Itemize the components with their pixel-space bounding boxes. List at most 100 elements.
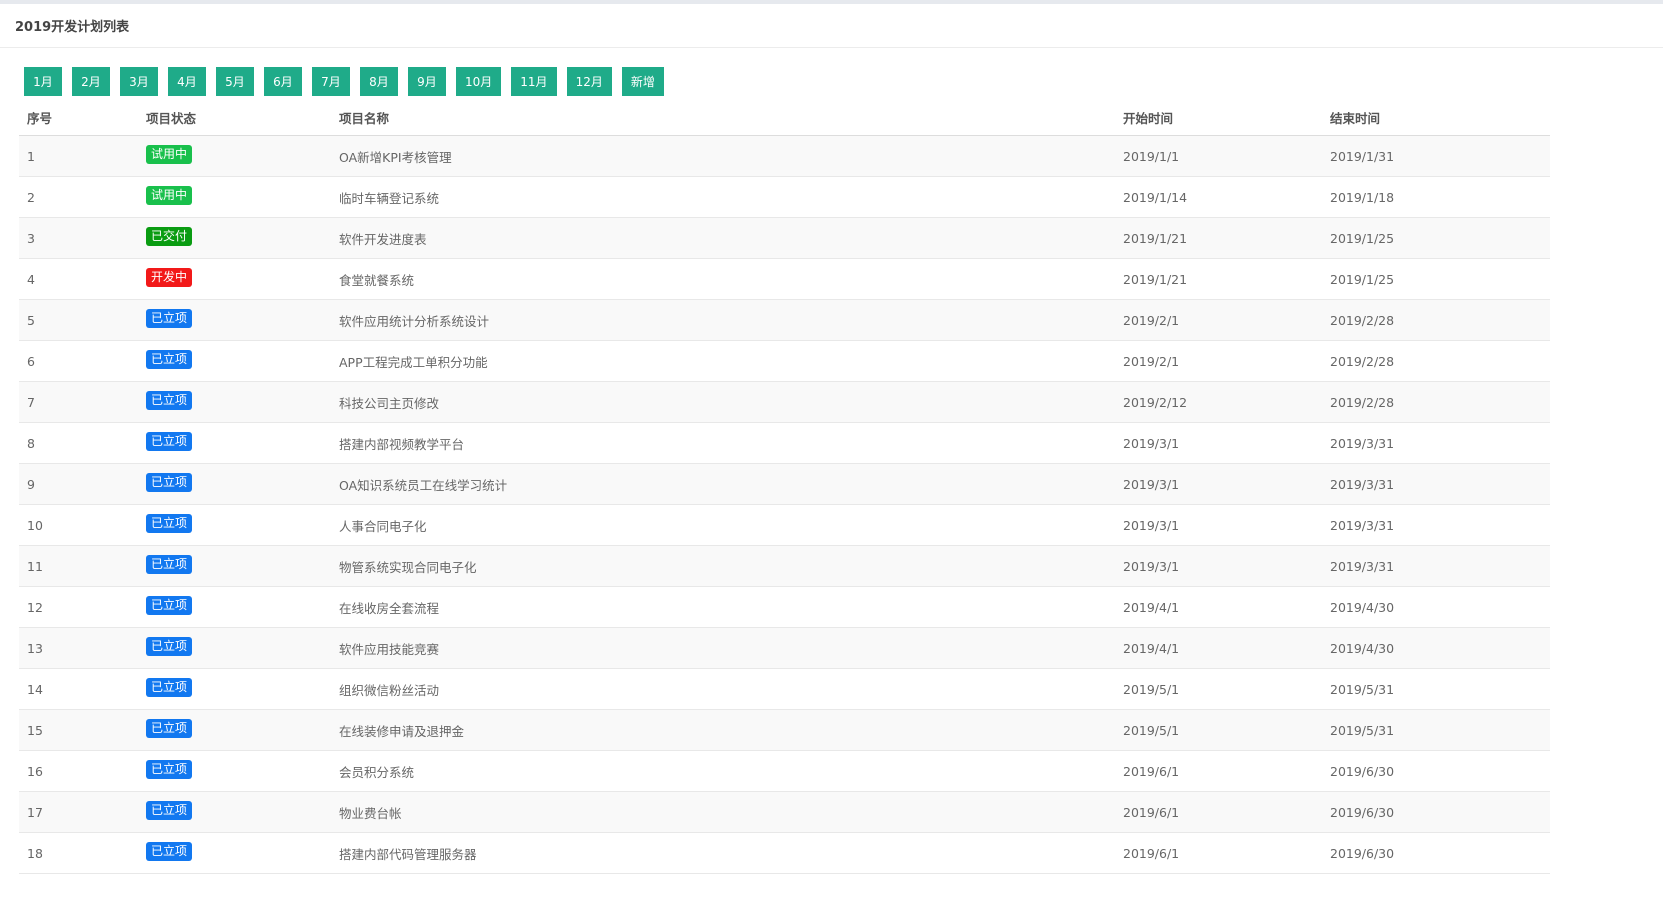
cell-project-name: 会员积分系统 bbox=[331, 750, 1115, 792]
month-button-8[interactable]: 8月 bbox=[360, 67, 398, 96]
table-row[interactable]: 4 开发中 食堂就餐系统 2019/1/21 2019/1/25 bbox=[19, 258, 1550, 300]
cell-index: 5 bbox=[19, 299, 138, 341]
cell-end-time: 2019/4/30 bbox=[1322, 627, 1550, 669]
cell-start-time: 2019/6/1 bbox=[1115, 832, 1322, 874]
table-row[interactable]: 9 已立项 OA知识系统员工在线学习统计 2019/3/1 2019/3/31 bbox=[19, 463, 1550, 505]
cell-status: 已立项 bbox=[138, 709, 331, 751]
table-row[interactable]: 10 已立项 人事合同电子化 2019/3/1 2019/3/31 bbox=[19, 504, 1550, 546]
month-button-2[interactable]: 2月 bbox=[72, 67, 110, 96]
cell-project-name: 在线收房全套流程 bbox=[331, 586, 1115, 628]
table-row[interactable]: 13 已立项 软件应用技能竞赛 2019/4/1 2019/4/30 bbox=[19, 627, 1550, 669]
table-row[interactable]: 17 已立项 物业费台帐 2019/6/1 2019/6/30 bbox=[19, 791, 1550, 833]
table-row[interactable]: 3 已交付 软件开发进度表 2019/1/21 2019/1/25 bbox=[19, 217, 1550, 259]
table-row[interactable]: 1 试用中 OA新增KPI考核管理 2019/1/1 2019/1/31 bbox=[19, 135, 1550, 177]
cell-index: 13 bbox=[19, 627, 138, 669]
cell-status: 开发中 bbox=[138, 258, 331, 300]
month-button-4[interactable]: 4月 bbox=[168, 67, 206, 96]
cell-start-time: 2019/2/12 bbox=[1115, 381, 1322, 423]
cell-project-name: 临时车辆登记系统 bbox=[331, 176, 1115, 218]
cell-end-time: 2019/2/28 bbox=[1322, 340, 1550, 382]
cell-project-name: 搭建内部代码管理服务器 bbox=[331, 832, 1115, 874]
table-row[interactable]: 14 已立项 组织微信粉丝活动 2019/5/1 2019/5/31 bbox=[19, 668, 1550, 710]
cell-project-name: 物管系统实现合同电子化 bbox=[331, 545, 1115, 587]
cell-index: 4 bbox=[19, 258, 138, 300]
table-row[interactable]: 2 试用中 临时车辆登记系统 2019/1/14 2019/1/18 bbox=[19, 176, 1550, 218]
cell-project-name: 在线装修申请及退押金 bbox=[331, 709, 1115, 751]
cell-project-name: 食堂就餐系统 bbox=[331, 258, 1115, 300]
cell-start-time: 2019/3/1 bbox=[1115, 422, 1322, 464]
cell-start-time: 2019/6/1 bbox=[1115, 750, 1322, 792]
table-row[interactable]: 18 已立项 搭建内部代码管理服务器 2019/6/1 2019/6/30 bbox=[19, 832, 1550, 874]
table-body: 1 试用中 OA新增KPI考核管理 2019/1/1 2019/1/31 2 试用中临时车辆… bbox=[19, 135, 1550, 874]
cell-end-time: 2019/1/18 bbox=[1322, 176, 1550, 218]
page-title: 2019开发计划列表 bbox=[15, 20, 130, 35]
cell-status: 已立项 bbox=[138, 627, 331, 669]
month-button-9[interactable]: 9月 bbox=[408, 67, 446, 96]
status-badge: 已立项 bbox=[146, 308, 193, 328]
table-row[interactable]: 8 已立项 搭建内部视频教学平台 2019/3/1 2019/3/31 bbox=[19, 422, 1550, 464]
cell-project-name: 人事合同电子化 bbox=[331, 504, 1115, 546]
table-row[interactable]: 6 已立项 APP工程完成工单积分功能 2019/2/1 2019/2/28 bbox=[19, 340, 1550, 382]
status-badge: 已立项 bbox=[146, 800, 193, 820]
status-badge: 已立项 bbox=[146, 513, 193, 533]
month-button-11[interactable]: 11月 bbox=[511, 67, 557, 96]
cell-start-time: 2019/4/1 bbox=[1115, 627, 1322, 669]
header-name: 项目名称 bbox=[331, 99, 1115, 136]
cell-status: 已交付 bbox=[138, 217, 331, 259]
status-badge: 已立项 bbox=[146, 390, 193, 410]
cell-end-time: 2019/4/30 bbox=[1322, 586, 1550, 628]
status-badge: 已交付 bbox=[146, 226, 193, 246]
table-row[interactable]: 15 已立项 在线装修申请及退押金 2019/5/1 2019/5/31 bbox=[19, 709, 1550, 751]
cell-start-time: 2019/1/1 bbox=[1115, 135, 1322, 177]
main-content: 1月 2月 3月 4月 5月 6月 7月 8月 9月 10月 11月 12月 新… bbox=[0, 48, 1663, 874]
cell-start-time: 2019/5/1 bbox=[1115, 668, 1322, 710]
month-button-5[interactable]: 5月 bbox=[216, 67, 254, 96]
cell-start-time: 2019/3/1 bbox=[1115, 463, 1322, 505]
cell-start-time: 2019/2/1 bbox=[1115, 299, 1322, 341]
month-button-7[interactable]: 7月 bbox=[312, 67, 350, 96]
cell-project-name: 搭建内部视频教学平台 bbox=[331, 422, 1115, 464]
month-button-12[interactable]: 12月 bbox=[566, 67, 612, 96]
status-badge: 已立项 bbox=[146, 636, 193, 656]
cell-end-time: 2019/3/31 bbox=[1322, 504, 1550, 546]
cell-index: 16 bbox=[19, 750, 138, 792]
cell-index: 15 bbox=[19, 709, 138, 751]
month-button-1[interactable]: 1月 bbox=[24, 67, 62, 96]
table-row[interactable]: 16 已立项 会员积分系统 2019/6/1 2019/6/30 bbox=[19, 750, 1550, 792]
cell-start-time: 2019/1/14 bbox=[1115, 176, 1322, 218]
add-button[interactable]: 新增 bbox=[621, 67, 664, 96]
table-row[interactable]: 7 已立项 科技公司主页修改 2019/2/12 2019/2/28 bbox=[19, 381, 1550, 423]
page-header: 2019开发计划列表 bbox=[0, 4, 1663, 48]
cell-index: 18 bbox=[19, 832, 138, 874]
table-row[interactable]: 5 已立项 软件应用统计分析系统设计 2019/2/1 2019/2/28 bbox=[19, 299, 1550, 341]
cell-index: 2 bbox=[19, 176, 138, 218]
status-badge: 已立项 bbox=[146, 472, 193, 492]
month-button-6[interactable]: 6月 bbox=[264, 67, 302, 96]
status-badge: 开发中 bbox=[146, 267, 193, 287]
status-badge: 试用中 bbox=[146, 144, 193, 164]
cell-end-time: 2019/2/28 bbox=[1322, 381, 1550, 423]
cell-status: 已立项 bbox=[138, 299, 331, 341]
cell-index: 17 bbox=[19, 791, 138, 833]
cell-end-time: 2019/5/31 bbox=[1322, 709, 1550, 751]
cell-end-time: 2019/6/30 bbox=[1322, 791, 1550, 833]
cell-index: 11 bbox=[19, 545, 138, 587]
cell-project-name: 组织微信粉丝活动 bbox=[331, 668, 1115, 710]
cell-end-time: 2019/6/30 bbox=[1322, 750, 1550, 792]
cell-project-name: 软件应用统计分析系统设计 bbox=[331, 299, 1115, 341]
cell-start-time: 2019/1/21 bbox=[1115, 258, 1322, 300]
cell-project-name: 物业费台帐 bbox=[331, 791, 1115, 833]
status-badge: 已立项 bbox=[146, 718, 193, 738]
cell-status: 已立项 bbox=[138, 586, 331, 628]
table-row[interactable]: 11 已立项 物管系统实现合同电子化 2019/3/1 2019/3/31 bbox=[19, 545, 1550, 587]
status-badge: 已立项 bbox=[146, 677, 193, 697]
table-row[interactable]: 12 已立项 在线收房全套流程 2019/4/1 2019/4/30 bbox=[19, 586, 1550, 628]
month-button-3[interactable]: 3月 bbox=[120, 67, 158, 96]
cell-start-time: 2019/5/1 bbox=[1115, 709, 1322, 751]
cell-index: 12 bbox=[19, 586, 138, 628]
status-badge: 已立项 bbox=[146, 431, 193, 451]
month-button-10[interactable]: 10月 bbox=[456, 67, 502, 96]
cell-start-time: 2019/6/1 bbox=[1115, 791, 1322, 833]
cell-start-time: 2019/4/1 bbox=[1115, 586, 1322, 628]
header-start-time: 开始时间 bbox=[1115, 99, 1322, 136]
